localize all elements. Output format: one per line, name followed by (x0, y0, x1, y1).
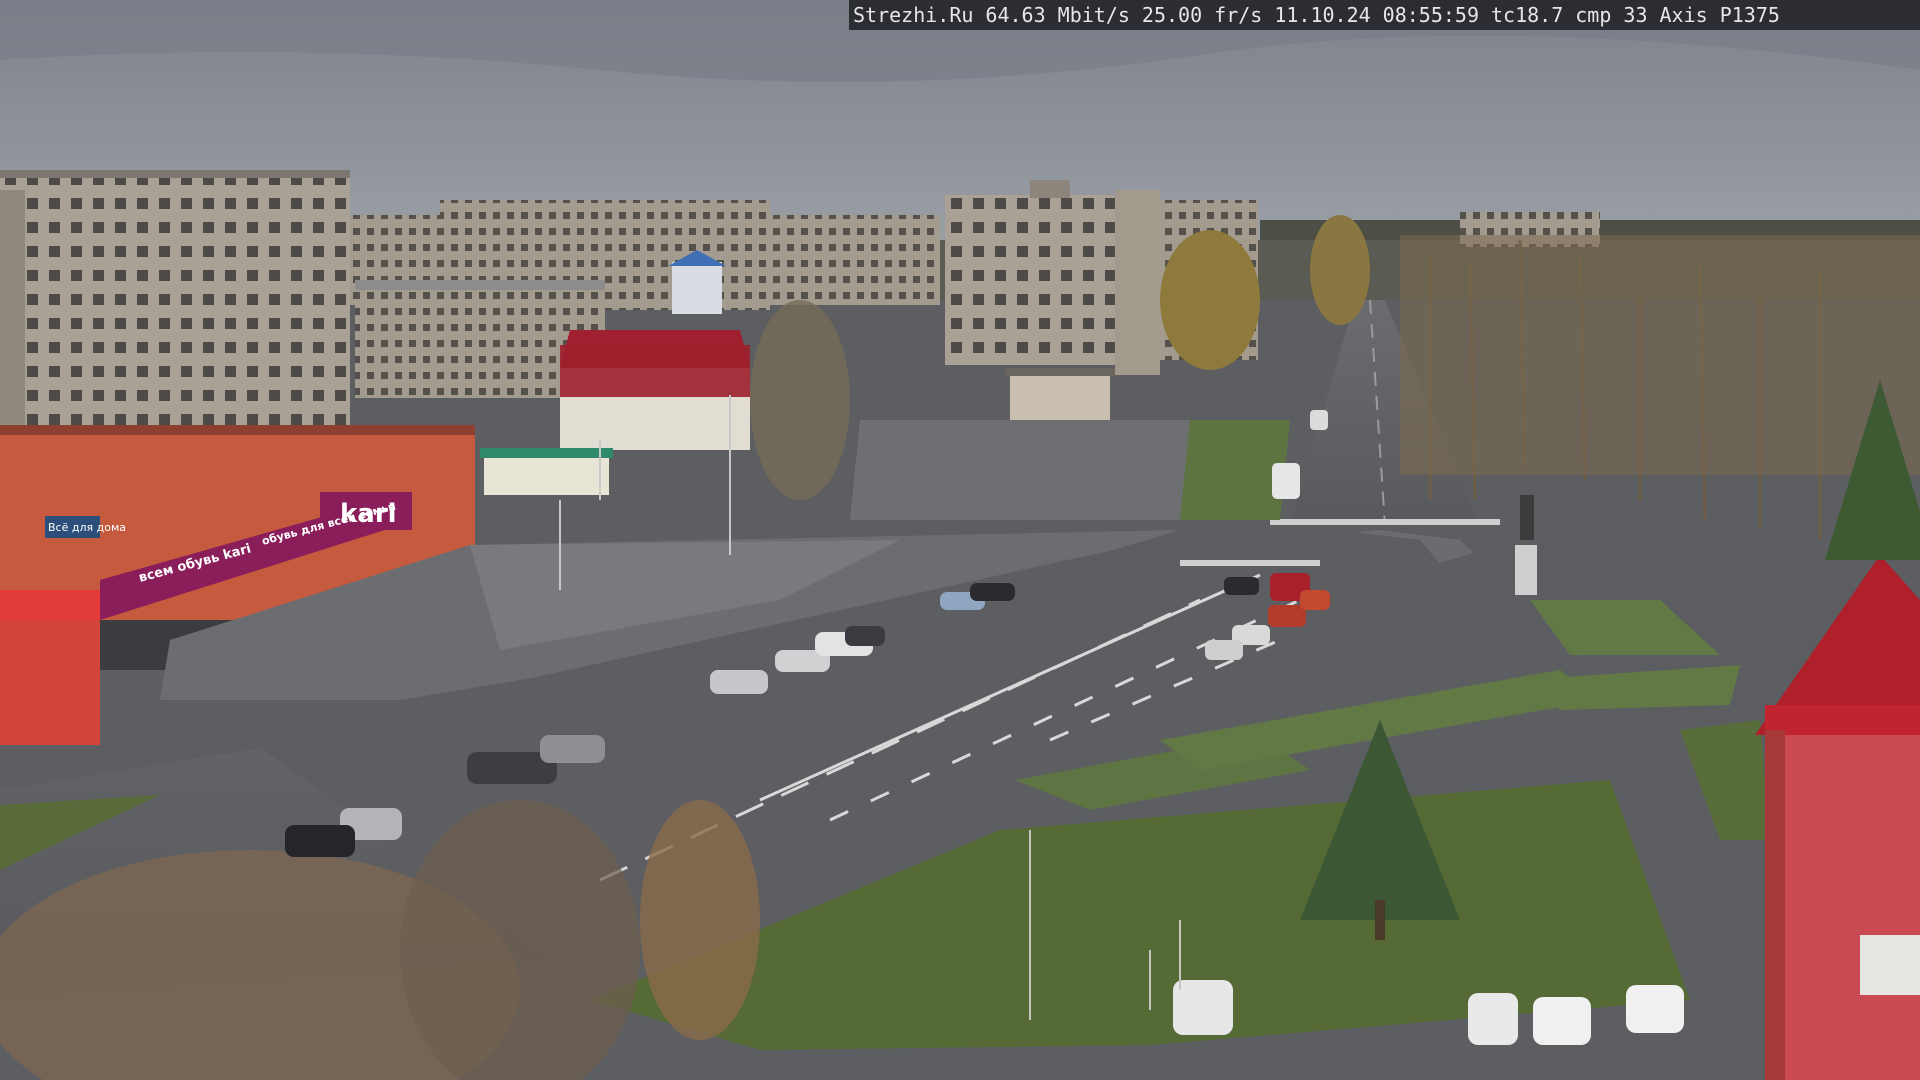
overlay-cmp: cmp 33 (1575, 3, 1648, 27)
overlay-date: 11.10.24 (1274, 3, 1371, 27)
camera-info-overlay: Strezhi.Ru 64.63 Mbit/s 25.00 fr/s 11.10.24… (849, 0, 1920, 30)
overlay-camera-model: Axis P1375 (1659, 3, 1780, 27)
blue-roof-tower (672, 262, 722, 314)
overlay-site: Strezhi.Ru (853, 3, 974, 27)
city-street-scene: kari обувь для всей семьи всем обувь kar… (0, 0, 1920, 1080)
monument (1515, 545, 1537, 595)
red-tower-building (1765, 730, 1920, 1080)
overlay-tc: tc18.7 (1491, 3, 1564, 27)
tall-building-center (945, 195, 1115, 365)
store-small-sign: Всё для дома (48, 521, 126, 534)
overlay-framerate: 25.00 fr/s (1141, 3, 1263, 27)
parking-lot (850, 420, 1210, 520)
overlay-time: 08:55:59 (1382, 3, 1479, 27)
pavilion (484, 455, 609, 495)
overlay-bitrate: 64.63 Mbit/s (985, 3, 1130, 27)
low-building (1010, 375, 1110, 420)
trees-center (1160, 230, 1260, 370)
webcam-frame: kari обувь для всей семьи всем обувь kar… (0, 0, 1920, 1080)
